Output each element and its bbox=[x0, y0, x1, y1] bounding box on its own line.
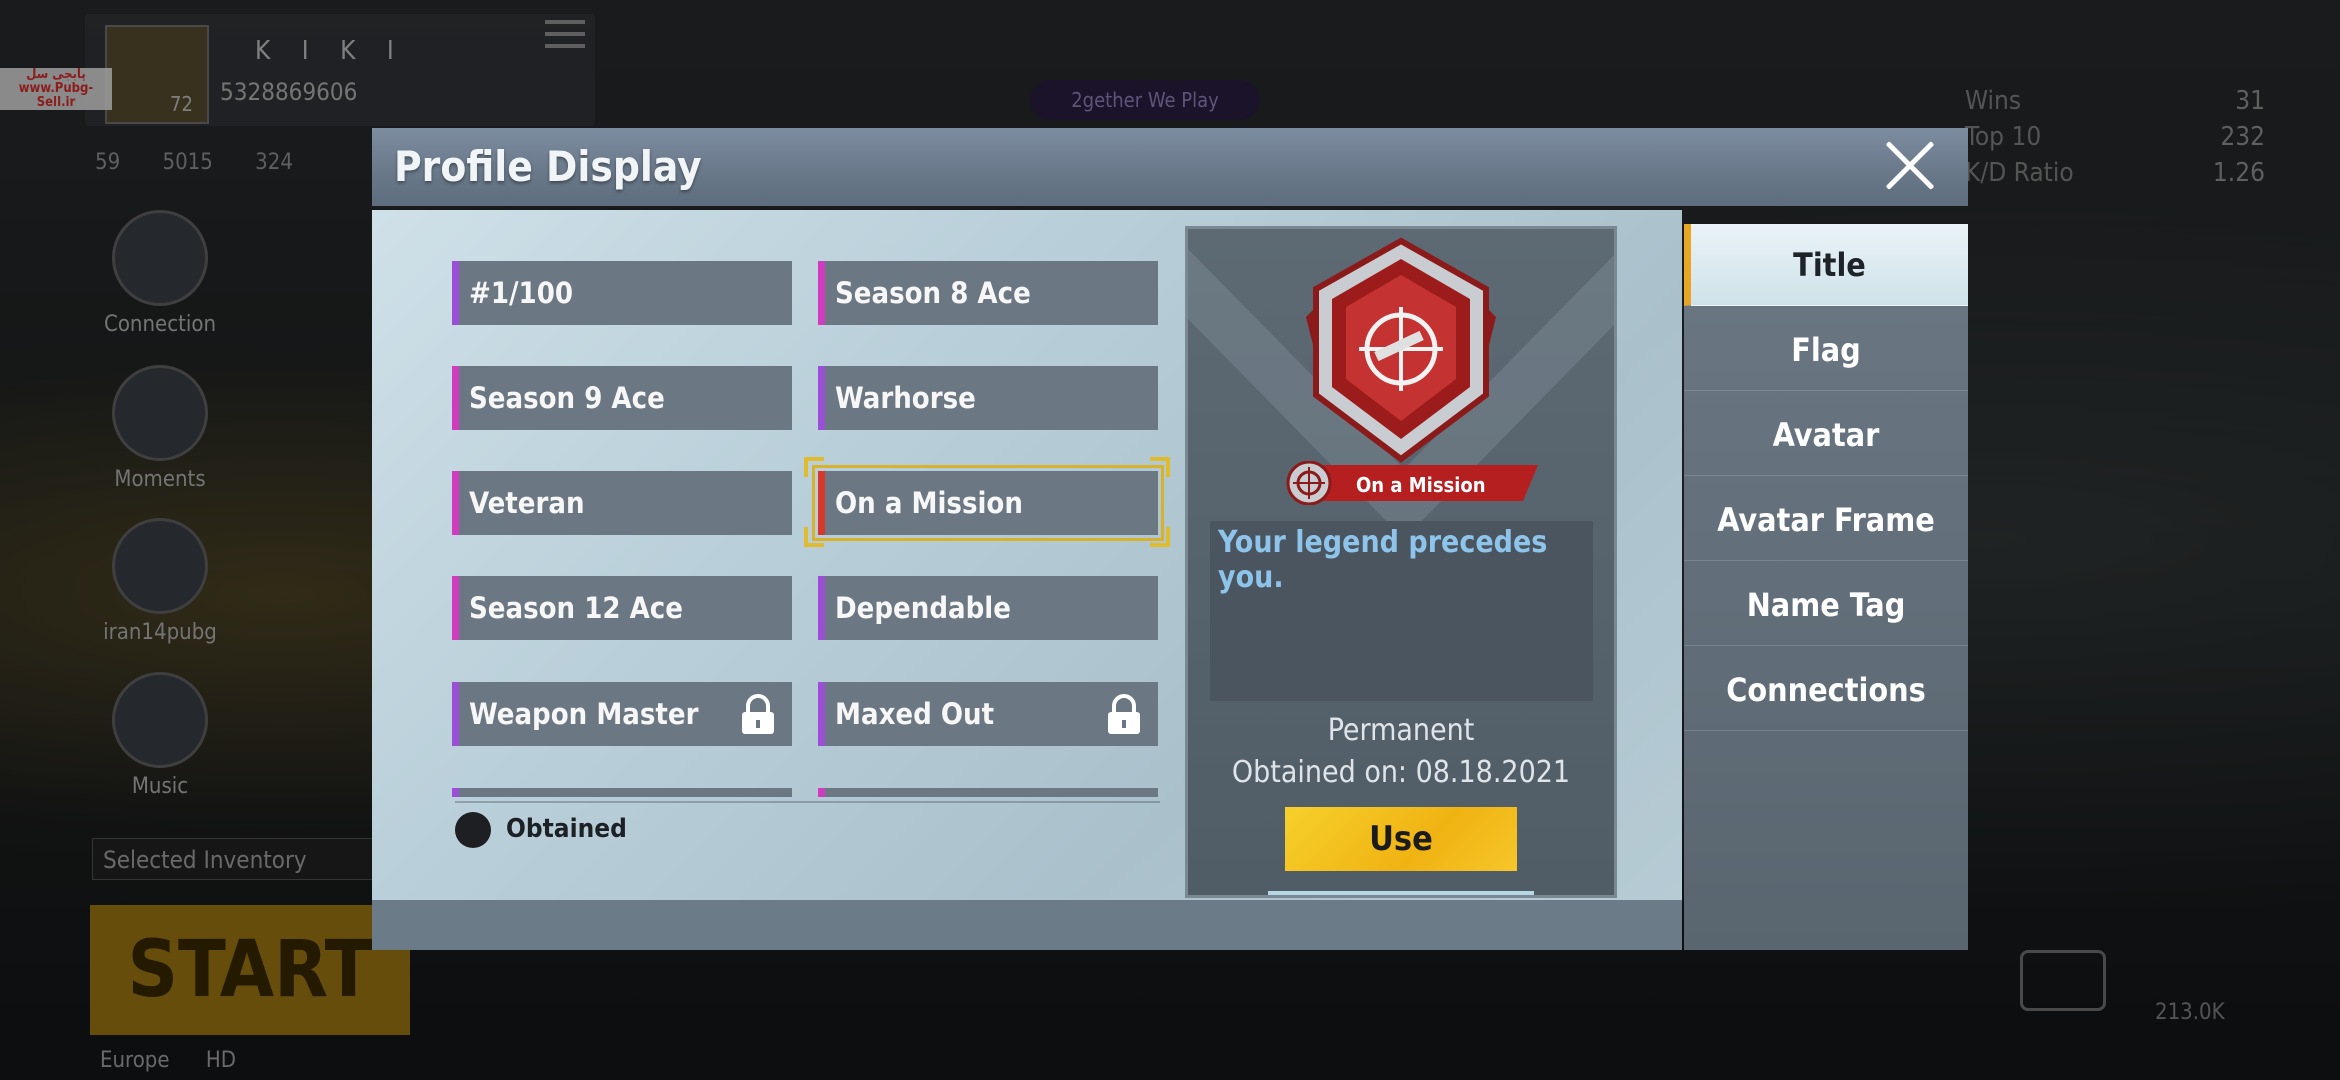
title-tile-season-12-ace[interactable]: Season 12 Ace bbox=[452, 576, 792, 640]
title-tile-season-8-ace[interactable]: Season 8 Ace bbox=[818, 261, 1158, 325]
tab-name-tag[interactable]: Name Tag bbox=[1684, 564, 1968, 646]
title-tile-warhorse[interactable]: Warhorse bbox=[818, 366, 1158, 430]
description-box: Your legend precedes you. bbox=[1210, 521, 1593, 701]
title-label: Veteran bbox=[469, 486, 585, 520]
title-tile-on-a-mission[interactable]: On a Mission bbox=[812, 465, 1164, 541]
dialog-header: Profile Display bbox=[372, 128, 1968, 206]
badge-name: On a Mission bbox=[1356, 473, 1486, 497]
title-label: Season 8 Ace bbox=[835, 276, 1031, 310]
title-label: Season 9 Ace bbox=[469, 381, 665, 415]
tab-title[interactable]: Title bbox=[1684, 224, 1968, 306]
duration-label: Permanent bbox=[1327, 713, 1475, 748]
tab-flag[interactable]: Flag bbox=[1684, 309, 1968, 391]
dialog-footer bbox=[372, 900, 1682, 950]
category-tabs: Title Flag Avatar Avatar Frame Name Tag … bbox=[1684, 224, 1968, 950]
title-tile-dependable[interactable]: Dependable bbox=[818, 576, 1158, 640]
tab-connections[interactable]: Connections bbox=[1684, 649, 1968, 731]
mission-badge-icon bbox=[1306, 237, 1496, 463]
title-label: #1/100 bbox=[469, 276, 574, 310]
use-button-bar bbox=[1268, 891, 1534, 895]
obtained-date: Obtained on: 08.18.2021 bbox=[1231, 755, 1571, 790]
grid-divider bbox=[455, 801, 1160, 803]
title-tile-veteran[interactable]: Veteran bbox=[452, 471, 792, 535]
lock-icon bbox=[1108, 694, 1140, 734]
use-button[interactable]: Use bbox=[1285, 807, 1517, 871]
lock-icon bbox=[742, 694, 774, 734]
title-tile-season-9-ace[interactable]: Season 9 Ace bbox=[452, 366, 792, 430]
obtained-dot-icon bbox=[455, 812, 491, 848]
title-label: Dependable bbox=[835, 591, 1011, 625]
tab-avatar-frame[interactable]: Avatar Frame bbox=[1684, 479, 1968, 561]
close-icon[interactable] bbox=[1882, 138, 1938, 194]
tab-avatar[interactable]: Avatar bbox=[1684, 394, 1968, 476]
obtained-legend: Obtained bbox=[506, 814, 627, 844]
title-label: On a Mission bbox=[835, 486, 1023, 520]
title-tile-maxed-out[interactable]: Maxed Out bbox=[818, 682, 1158, 746]
title-label: Warhorse bbox=[835, 381, 976, 415]
title-tile-1-100[interactable]: #1/100 bbox=[452, 261, 792, 325]
dialog-title: Profile Display bbox=[394, 142, 702, 191]
title-description: Your legend precedes you. bbox=[1218, 525, 1548, 595]
title-label: Maxed Out bbox=[835, 697, 995, 731]
title-detail-panel: On a Mission Your legend precedes you. P… bbox=[1185, 226, 1617, 898]
title-tile-weapon-master[interactable]: Weapon Master bbox=[452, 682, 792, 746]
title-label: Season 12 Ace bbox=[469, 591, 683, 625]
title-label: Weapon Master bbox=[469, 697, 699, 731]
